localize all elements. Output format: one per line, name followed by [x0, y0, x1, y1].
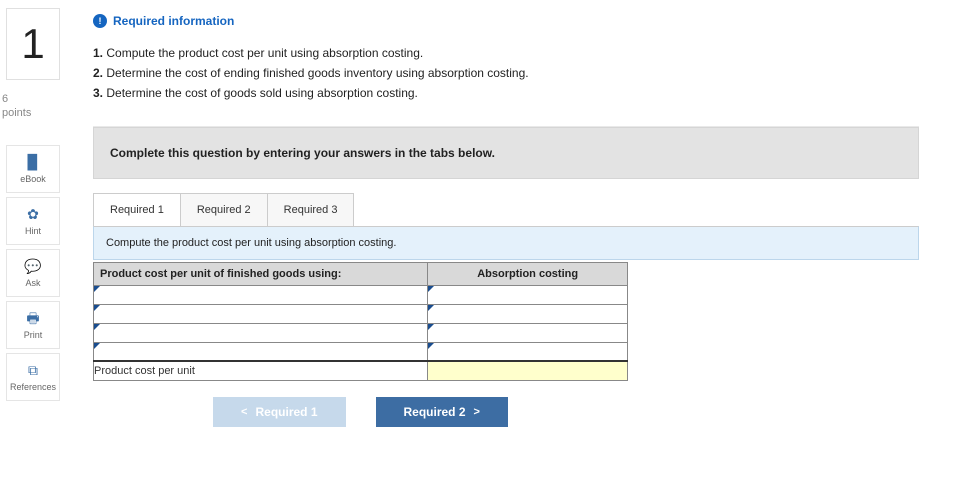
row-3-value-input[interactable] [428, 324, 627, 342]
question-number: 1 [21, 20, 44, 68]
row-2-label-input[interactable] [94, 305, 427, 323]
table-header-right: Absorption costing [428, 262, 628, 285]
instructions-list: 1. Compute the product cost per unit usi… [93, 44, 919, 104]
points: 6 points [2, 92, 75, 121]
table-row [94, 304, 628, 323]
total-value-cell[interactable] [428, 361, 628, 380]
next-tab-button[interactable]: Required 2 > [376, 397, 508, 427]
table-row [94, 323, 628, 342]
copy-icon: ⧉ [7, 362, 59, 378]
tab-required-1[interactable]: Required 1 [93, 193, 181, 226]
book-icon: ▉ [7, 154, 59, 170]
tab-required-3[interactable]: Required 3 [267, 193, 355, 226]
ask-button[interactable]: 💬 Ask [6, 249, 60, 297]
table-row [94, 285, 628, 304]
print-button[interactable]: 🖶 Print [6, 301, 60, 349]
tabs-bar: Required 1 Required 2 Required 3 [93, 193, 919, 227]
row-4-label-input[interactable] [94, 343, 427, 361]
total-label: Product cost per unit [94, 361, 428, 380]
tab-prompt: Compute the product cost per unit using … [93, 226, 919, 260]
row-4-value-input[interactable] [428, 343, 627, 361]
table-row [94, 342, 628, 361]
chat-icon: 💬 [7, 258, 59, 274]
row-1-label-input[interactable] [94, 286, 427, 304]
answer-table: Product cost per unit of finished goods … [93, 262, 628, 381]
lifebuoy-icon: ✿ [7, 206, 59, 222]
table-header-left: Product cost per unit of finished goods … [94, 262, 428, 285]
references-button[interactable]: ⧉ References [6, 353, 60, 401]
question-number-box: 1 [6, 8, 60, 80]
row-2-value-input[interactable] [428, 305, 627, 323]
hint-button[interactable]: ✿ Hint [6, 197, 60, 245]
required-information-header: ! Required information [93, 14, 919, 28]
chevron-left-icon: < [241, 406, 247, 418]
chevron-right-icon: > [474, 406, 480, 418]
row-1-value-input[interactable] [428, 286, 627, 304]
tab-required-2[interactable]: Required 2 [180, 193, 268, 226]
complete-banner: Complete this question by entering your … [93, 127, 919, 179]
info-icon: ! [93, 14, 107, 28]
table-total-row: Product cost per unit [94, 361, 628, 380]
printer-icon: 🖶 [7, 310, 59, 326]
prev-tab-button: < Required 1 [213, 397, 345, 427]
ebook-button[interactable]: ▉ eBook [6, 145, 60, 193]
total-value-input[interactable] [428, 362, 627, 380]
row-3-label-input[interactable] [94, 324, 427, 342]
